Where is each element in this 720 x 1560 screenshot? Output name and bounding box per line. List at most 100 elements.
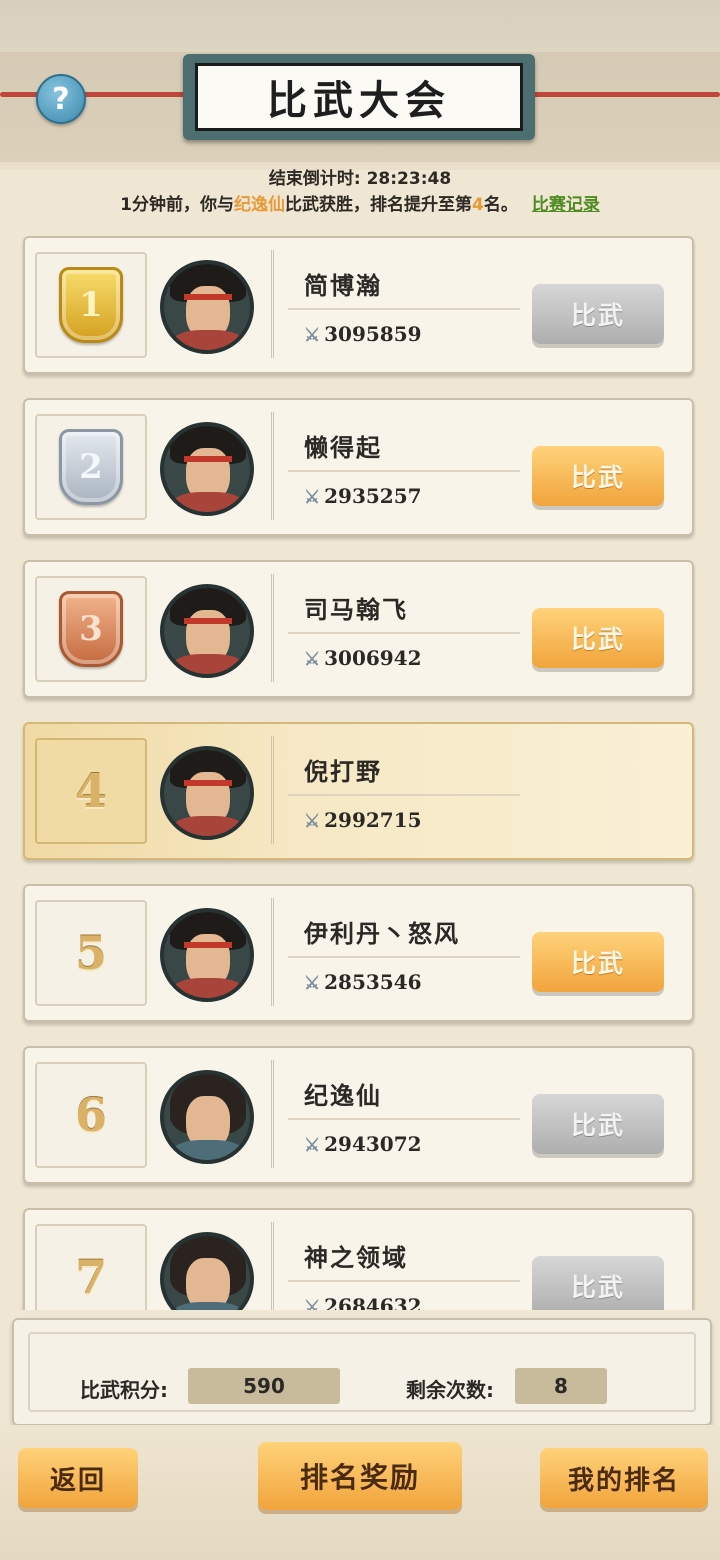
title-frame: 比武大会 xyxy=(195,63,523,131)
player-info: 简博瀚 ⚔ 3095859 比武 xyxy=(271,250,694,358)
power-value: 2935257 xyxy=(324,484,422,508)
challenge-button[interactable]: 比武 xyxy=(532,608,664,668)
player-name: 倪打野 xyxy=(304,758,382,786)
battle-news: 1分钟前，你与纪逸仙比武获胜，排名提升至第4名。 比赛记录 xyxy=(0,190,720,215)
divider xyxy=(288,794,520,796)
score-panel: 比武积分: 590 剩余次数: 8 xyxy=(12,1318,712,1426)
divider xyxy=(288,470,520,472)
challenge-button[interactable]: 比武 xyxy=(532,446,664,506)
player-name: 纪逸仙 xyxy=(304,1082,382,1110)
rank-badge: 7 xyxy=(35,1224,147,1310)
my-rank-button[interactable]: 我的排名 xyxy=(540,1448,708,1508)
player-info: 伊利丹丶怒风 ⚔ 2853546 比武 xyxy=(271,898,694,1006)
ranking-row: 3 司马翰飞 ⚔ 3006942 比武 xyxy=(23,560,694,698)
divider xyxy=(288,632,520,634)
news-suffix: 名。 xyxy=(483,195,518,215)
rank-number: 5 xyxy=(74,926,107,980)
crossed-swords-icon: ⚔ xyxy=(304,487,321,508)
power-value: 2684632 xyxy=(324,1294,422,1310)
title-board: 比武大会 xyxy=(183,54,535,140)
rank-badge: 2 xyxy=(35,414,147,520)
crossed-swords-icon: ⚔ xyxy=(304,325,321,346)
rank-badge: 3 xyxy=(35,576,147,682)
player-power: ⚔ 2684632 xyxy=(304,1294,422,1310)
remaining-label: 剩余次数: xyxy=(406,1378,494,1402)
player-power: ⚔ 3006942 xyxy=(304,646,422,670)
challenge-button[interactable]: 比武 xyxy=(532,1256,664,1310)
power-value: 3095859 xyxy=(324,322,422,346)
divider xyxy=(288,1118,520,1120)
ranking-list[interactable]: 1 简博瀚 ⚔ 3095859 比武 2 懒得起 ⚔ 2935257 比武 3 司马翰飞 ⚔ 300694… xyxy=(0,228,720,1310)
player-name: 司马翰飞 xyxy=(304,596,408,624)
power-value: 2943072 xyxy=(324,1132,422,1156)
power-value: 2992715 xyxy=(324,808,422,832)
crossed-swords-icon: ⚔ xyxy=(304,649,321,670)
player-avatar[interactable] xyxy=(160,422,254,516)
divider xyxy=(288,308,520,310)
news-rank: 4 xyxy=(472,195,484,215)
player-avatar[interactable] xyxy=(160,260,254,354)
gold-medal-icon: 1 xyxy=(59,267,123,343)
player-avatar[interactable] xyxy=(160,908,254,1002)
player-power: ⚔ 2992715 xyxy=(304,808,422,832)
player-name: 简博瀚 xyxy=(304,272,382,300)
player-avatar[interactable] xyxy=(160,746,254,840)
ranking-row: 2 懒得起 ⚔ 2935257 比武 xyxy=(23,398,694,536)
news-opponent: 纪逸仙 xyxy=(234,195,285,215)
power-value: 2853546 xyxy=(324,970,422,994)
points-value: 590 xyxy=(188,1368,340,1404)
score-frame: 比武积分: 590 剩余次数: 8 xyxy=(28,1332,696,1412)
crossed-swords-icon: ⚔ xyxy=(304,973,321,994)
player-power: ⚔ 3095859 xyxy=(304,322,422,346)
player-name: 伊利丹丶怒风 xyxy=(304,920,460,948)
player-name: 神之领域 xyxy=(304,1244,408,1272)
ranking-row: 6 纪逸仙 ⚔ 2943072 比武 xyxy=(23,1046,694,1184)
page-title: 比武大会 xyxy=(267,77,451,124)
crossed-swords-icon: ⚔ xyxy=(304,1135,321,1156)
countdown-label: 结束倒计时: xyxy=(268,169,361,189)
player-info: 懒得起 ⚔ 2935257 比武 xyxy=(271,412,694,520)
challenge-button[interactable]: 比武 xyxy=(532,1094,664,1154)
rank-badge: 1 xyxy=(35,252,147,358)
player-name: 懒得起 xyxy=(304,434,382,462)
player-power: ⚔ 2943072 xyxy=(304,1132,422,1156)
divider xyxy=(288,1280,520,1282)
countdown-value: 28:23:48 xyxy=(366,169,452,189)
player-info: 司马翰飞 ⚔ 3006942 比武 xyxy=(271,574,694,682)
divider xyxy=(288,956,520,958)
rope-right xyxy=(520,92,720,97)
rank-rewards-button[interactable]: 排名奖励 xyxy=(258,1442,462,1510)
player-info: 纪逸仙 ⚔ 2943072 比武 xyxy=(271,1060,694,1168)
back-button[interactable]: 返回 xyxy=(18,1448,138,1508)
match-record-link[interactable]: 比赛记录 xyxy=(532,195,600,215)
ranking-row: 1 简博瀚 ⚔ 3095859 比武 xyxy=(23,236,694,374)
news-prefix: 1分钟前，你与 xyxy=(120,195,234,215)
remaining-value: 8 xyxy=(515,1368,607,1404)
ranking-row: 5 伊利丹丶怒风 ⚔ 2853546 比武 xyxy=(23,884,694,1022)
player-avatar[interactable] xyxy=(160,1232,254,1310)
player-info: 倪打野 ⚔ 2992715 xyxy=(271,736,694,844)
ranking-row: 4 倪打野 ⚔ 2992715 xyxy=(23,722,694,860)
player-power: ⚔ 2853546 xyxy=(304,970,422,994)
player-avatar[interactable] xyxy=(160,584,254,678)
silver-medal-icon: 2 xyxy=(59,429,123,505)
news-middle: 比武获胜，排名提升至第 xyxy=(285,195,472,215)
points-label: 比武积分: xyxy=(80,1378,168,1402)
rank-number: 4 xyxy=(74,764,107,818)
crossed-swords-icon: ⚔ xyxy=(304,1297,321,1310)
rank-number: 6 xyxy=(74,1088,107,1142)
countdown: 结束倒计时: 28:23:48 xyxy=(0,164,720,189)
question-icon: ? xyxy=(52,81,70,117)
rank-badge: 4 xyxy=(35,738,147,844)
rope-left xyxy=(0,92,200,97)
rank-badge: 6 xyxy=(35,1062,147,1168)
player-avatar[interactable] xyxy=(160,1070,254,1164)
player-info: 神之领域 ⚔ 2684632 比武 xyxy=(271,1222,694,1310)
help-button[interactable]: ? xyxy=(36,74,86,124)
power-value: 3006942 xyxy=(324,646,422,670)
bronze-medal-icon: 3 xyxy=(59,591,123,667)
challenge-button[interactable]: 比武 xyxy=(532,932,664,992)
rank-number: 7 xyxy=(74,1250,107,1304)
ranking-row: 7 神之领域 ⚔ 2684632 比武 xyxy=(23,1208,694,1310)
challenge-button[interactable]: 比武 xyxy=(532,284,664,344)
